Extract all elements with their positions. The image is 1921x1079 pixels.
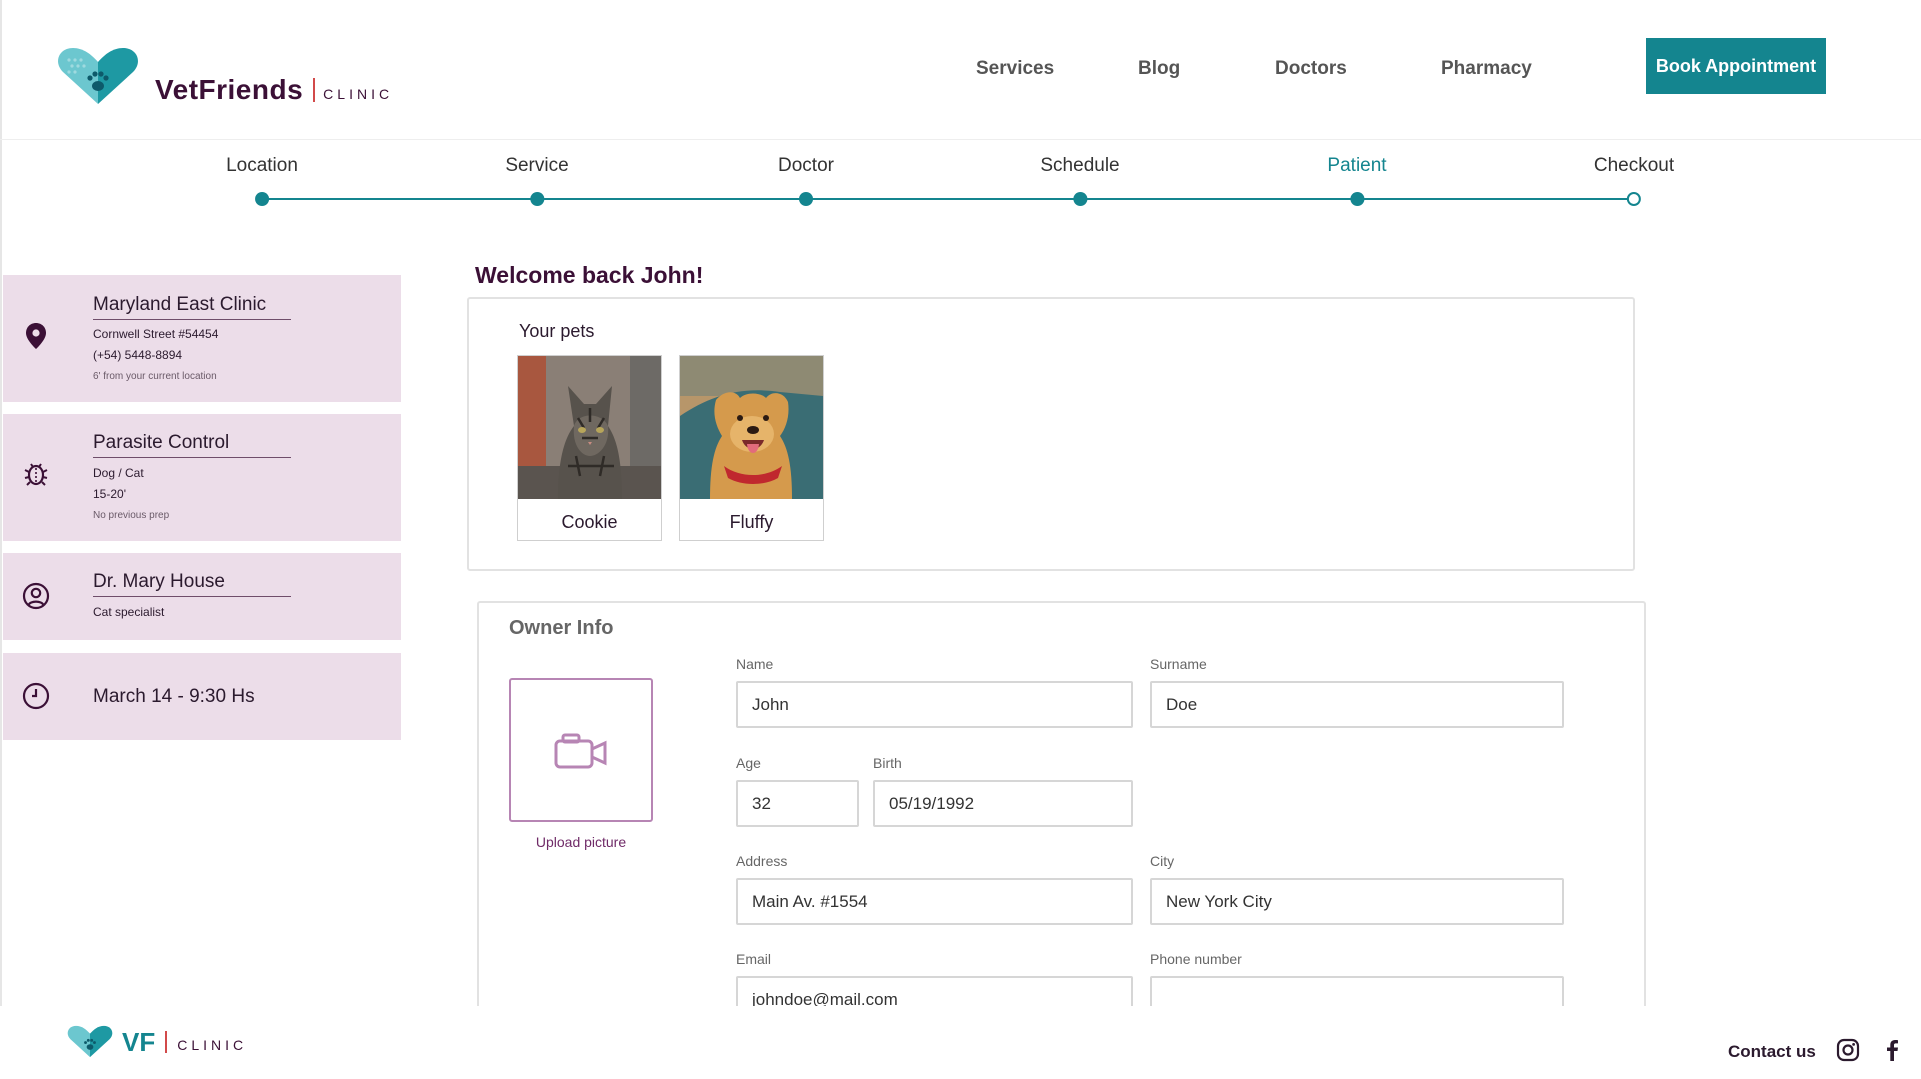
step-dot-complete — [799, 192, 813, 206]
city-label: City — [1150, 853, 1175, 869]
summary-location-card[interactable]: Maryland East Clinic Cornwell Street #54… — [3, 275, 401, 402]
step-label: Service — [505, 155, 569, 176]
age-label: Age — [736, 755, 761, 771]
service-species: Dog / Cat — [93, 466, 144, 480]
pets-panel: Your pets Cookie Fluffy — [467, 297, 1635, 571]
location-phone: (+54) 5448-8894 — [93, 348, 183, 362]
step-schedule[interactable]: Schedule — [1040, 155, 1120, 206]
footer-brand-subtitle: CLINIC — [177, 1037, 248, 1053]
cat-photo — [518, 356, 661, 499]
service-title: Parasite Control — [93, 432, 230, 453]
book-appointment-button[interactable]: Book Appointment — [1646, 38, 1826, 94]
summary-schedule-card[interactable]: March 14 - 9:30 Hs — [3, 653, 401, 740]
step-dot-complete — [1072, 192, 1087, 206]
summary-service-card[interactable]: Parasite Control Dog / Cat 15-20' No pre… — [3, 414, 401, 541]
footer-brand-short: VF — [122, 1026, 156, 1057]
step-label: Checkout — [1593, 155, 1675, 176]
footer: VF CLINIC Contact us — [0, 1006, 1921, 1079]
location-street: Cornwell Street #54454 — [93, 327, 219, 341]
location-pin-icon — [26, 323, 46, 349]
card-divider — [93, 596, 291, 597]
pet-card-fluffy[interactable]: Fluffy — [679, 355, 824, 541]
location-distance: 6' from your current location — [93, 371, 217, 382]
brand-divider — [313, 78, 316, 102]
footer-logo[interactable]: VF CLINIC — [66, 1024, 247, 1060]
step-label: Location — [226, 155, 298, 176]
surname-label: Surname — [1150, 656, 1207, 672]
owner-info-title: Owner Info — [509, 617, 614, 639]
step-label: Patient — [1327, 155, 1387, 176]
pet-name: Cookie — [561, 512, 618, 532]
booking-stepper: Location Service Doctor Schedule Patient… — [0, 155, 1921, 215]
phone-label: Phone number — [1150, 951, 1242, 967]
heart-paw-logo-icon — [58, 48, 138, 104]
step-label: Doctor — [778, 155, 834, 176]
facebook-icon[interactable] — [1880, 1038, 1904, 1062]
pet-card-cookie[interactable]: Cookie — [517, 355, 662, 541]
nav-services[interactable]: Services — [976, 58, 1054, 80]
pets-title: Your pets — [519, 321, 595, 341]
stepper-track — [262, 198, 1632, 200]
brand-subtitle: CLINIC — [323, 86, 394, 102]
service-prep-note: No previous prep — [93, 510, 170, 521]
step-service[interactable]: Service — [505, 155, 569, 206]
doctor-name: Dr. Mary House — [93, 571, 225, 592]
welcome-heading: Welcome back John! — [475, 262, 704, 288]
schedule-datetime: March 14 - 9:30 Hs — [93, 686, 255, 707]
email-label: Email — [736, 951, 772, 967]
bug-icon — [24, 463, 48, 486]
city-field[interactable] — [1150, 878, 1564, 925]
step-dot-complete — [529, 192, 544, 206]
dog-photo — [680, 356, 823, 499]
upload-picture-link[interactable]: Upload picture — [509, 834, 653, 850]
camera-icon — [554, 733, 607, 769]
birth-label: Birth — [873, 755, 902, 771]
birth-date-field[interactable] — [873, 780, 1133, 827]
step-patient[interactable]: Patient — [1327, 155, 1387, 206]
contact-us-link[interactable]: Contact us — [1728, 1042, 1816, 1062]
age-field[interactable] — [736, 780, 859, 827]
nav-pharmacy[interactable]: Pharmacy — [1441, 58, 1532, 80]
step-location[interactable]: Location — [226, 155, 298, 206]
location-title: Maryland East Clinic — [93, 294, 267, 315]
logo[interactable]: VetFriends CLINIC — [55, 46, 393, 108]
brand-name: VetFriends — [155, 74, 304, 105]
card-divider — [93, 319, 291, 320]
card-divider — [93, 457, 291, 458]
name-field[interactable] — [736, 681, 1133, 728]
address-label: Address — [736, 853, 788, 869]
heart-paw-logo-icon — [67, 1025, 113, 1058]
footer-brand-divider — [165, 1031, 168, 1053]
summary-doctor-card[interactable]: Dr. Mary House Cat specialist — [3, 553, 401, 640]
upload-picture-box[interactable] — [509, 678, 653, 822]
step-checkout[interactable]: Checkout — [1593, 155, 1675, 206]
nav-blog[interactable]: Blog — [1138, 58, 1180, 80]
pet-name: Fluffy — [729, 512, 774, 532]
header: VetFriends CLINIC Services Blog Doctors … — [0, 0, 1921, 140]
clock-icon — [22, 682, 50, 710]
nav-doctors[interactable]: Doctors — [1275, 58, 1347, 80]
doctor-specialty: Cat specialist — [93, 605, 165, 619]
step-dot-current — [1350, 192, 1364, 206]
instagram-icon[interactable] — [1836, 1038, 1860, 1062]
service-duration: 15-20' — [93, 487, 126, 501]
owner-info-panel: Owner Info Upload picture Name Surname A… — [477, 601, 1646, 1021]
step-dot-pending — [1627, 192, 1641, 206]
name-label: Name — [736, 656, 774, 672]
step-doctor[interactable]: Doctor — [778, 155, 834, 206]
address-field[interactable] — [736, 878, 1133, 925]
step-dot-complete — [255, 192, 269, 206]
surname-field[interactable] — [1150, 681, 1564, 728]
step-label: Schedule — [1040, 155, 1120, 176]
user-circle-icon — [22, 582, 50, 610]
